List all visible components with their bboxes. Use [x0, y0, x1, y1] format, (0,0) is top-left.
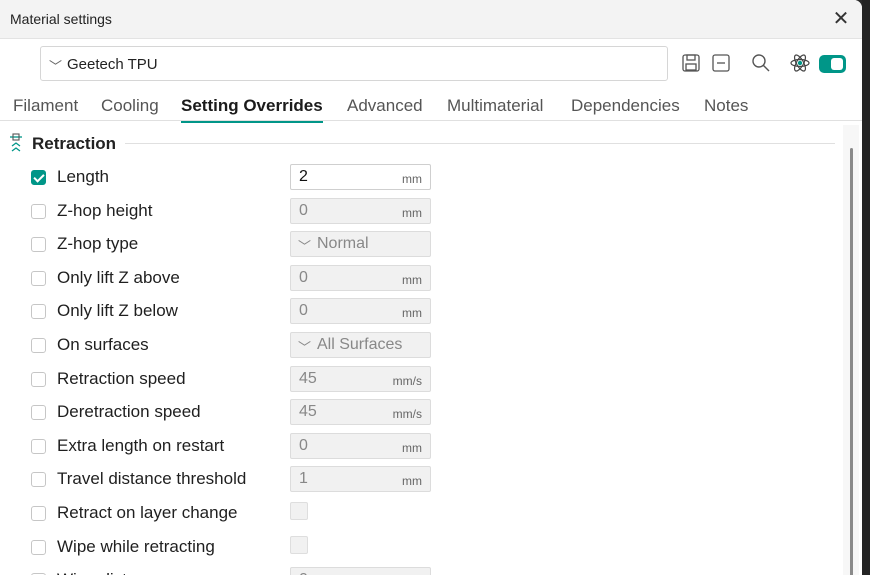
setting-label: Only lift Z below	[57, 301, 178, 320]
scrollbar-thumb[interactable]	[850, 148, 853, 575]
preset-value: Geetech TPU	[67, 56, 158, 73]
setting-row: Z-hop type ﹀ Normal	[0, 231, 840, 261]
unit-label: mm	[402, 273, 422, 287]
input-value: 0	[299, 269, 308, 286]
setting-row: Travel distance threshold 1 mm	[0, 466, 840, 496]
setting-label: Retraction speed	[57, 369, 186, 388]
setting-row: Wipe distance 0mm	[0, 567, 840, 575]
override-checkbox[interactable]	[31, 170, 46, 185]
compare-icon[interactable]	[789, 52, 811, 74]
setting-row: Only lift Z above 0 mm	[0, 265, 840, 295]
setting-label: Extra length on restart	[57, 436, 225, 455]
unit-label: mm	[402, 306, 422, 320]
delete-icon[interactable]	[710, 52, 732, 74]
override-checkbox[interactable]	[31, 271, 46, 286]
tab-advanced[interactable]: Advanced	[347, 96, 423, 116]
background-window-edge	[862, 0, 870, 575]
setting-label: Wipe while retracting	[57, 537, 215, 556]
tab-multimaterial[interactable]: Multimaterial	[447, 96, 543, 116]
unit-label: mm	[402, 206, 422, 220]
material-settings-dialog: Material settings ✕ ﹀ Geetech TPU Filame…	[0, 0, 862, 575]
title-bar: Material settings ✕	[0, 0, 862, 39]
dropdown-value: All Surfaces	[317, 336, 403, 353]
chevron-down-icon: ﹀	[298, 239, 312, 254]
unit-label: mm/s	[392, 407, 422, 421]
override-checkbox[interactable]	[31, 237, 46, 252]
value-input[interactable]: 0mm	[290, 567, 431, 575]
section-title: Retraction	[32, 134, 117, 153]
value-input[interactable]: 2 mm	[290, 164, 431, 190]
chevron-down-icon: ﹀	[49, 59, 63, 74]
tab-cooling[interactable]: Cooling	[101, 96, 159, 116]
input-value: 2	[299, 168, 308, 185]
preset-dropdown[interactable]: ﹀ Geetech TPU	[40, 46, 668, 81]
input-value: 0	[299, 302, 308, 319]
setting-label: Retract on layer change	[57, 503, 238, 522]
tab-notes[interactable]: Notes	[704, 96, 748, 116]
tab-filament[interactable]: Filament	[13, 96, 78, 116]
override-checkbox[interactable]	[31, 338, 46, 353]
tab-setting-overrides[interactable]: Setting Overrides	[181, 96, 323, 123]
value-input[interactable]: 45 mm/s	[290, 366, 431, 392]
unit-label: mm/s	[392, 374, 422, 388]
advanced-mode-toggle[interactable]	[819, 55, 846, 73]
value-input[interactable]: 45 mm/s	[290, 399, 431, 425]
setting-row: Deretraction speed 45 mm/s	[0, 399, 840, 429]
value-input[interactable]: 1 mm	[290, 466, 431, 492]
value-dropdown[interactable]: ﹀ All Surfaces	[290, 332, 431, 358]
setting-label: Deretraction speed	[57, 402, 201, 421]
setting-row: Length 2 mm	[0, 164, 840, 194]
setting-label: Z-hop type	[57, 234, 139, 253]
override-checkbox[interactable]	[31, 304, 46, 319]
save-icon[interactable]	[680, 52, 702, 74]
setting-row: Extra length on restart 0 mm	[0, 433, 840, 463]
setting-label: Only lift Z above	[57, 268, 180, 287]
value-checkbox[interactable]	[290, 536, 308, 554]
section-divider	[125, 143, 835, 144]
setting-label: Wipe distance	[57, 570, 164, 575]
setting-label: On surfaces	[57, 335, 149, 354]
input-value: 0	[299, 437, 308, 454]
override-checkbox[interactable]	[31, 372, 46, 387]
setting-label: Z-hop height	[57, 201, 153, 220]
preset-row: ﹀ Geetech TPU	[40, 46, 862, 84]
search-icon[interactable]	[750, 52, 772, 74]
setting-row: Z-hop height 0 mm	[0, 198, 840, 228]
override-checkbox[interactable]	[31, 472, 46, 487]
chevron-down-icon: ﹀	[298, 340, 312, 355]
dropdown-value: Normal	[317, 235, 369, 252]
setting-label: Length	[57, 167, 109, 186]
input-value: 0	[299, 202, 308, 219]
setting-row: On surfaces ﹀ All Surfaces	[0, 332, 840, 362]
value-input[interactable]: 0 mm	[290, 265, 431, 291]
unit-label: mm	[402, 172, 422, 186]
unit-label: mm	[402, 441, 422, 455]
input-value: 1	[299, 470, 308, 487]
value-checkbox[interactable]	[290, 502, 308, 520]
override-checkbox[interactable]	[31, 439, 46, 454]
override-checkbox[interactable]	[31, 204, 46, 219]
retraction-icon	[10, 133, 22, 152]
input-value: 45	[299, 370, 317, 387]
setting-row: Retraction speed 45 mm/s	[0, 366, 840, 396]
input-value: 0	[299, 571, 308, 575]
setting-row: Wipe while retracting	[0, 534, 840, 564]
override-checkbox[interactable]	[31, 405, 46, 420]
unit-label: mm	[402, 474, 422, 488]
value-input[interactable]: 0 mm	[290, 298, 431, 324]
value-input[interactable]: 0 mm	[290, 433, 431, 459]
override-checkbox[interactable]	[31, 506, 46, 521]
input-value: 45	[299, 403, 317, 420]
setting-label: Travel distance threshold	[57, 469, 247, 488]
setting-row: Retract on layer change	[0, 500, 840, 530]
window-title: Material settings	[10, 11, 112, 27]
setting-row: Only lift Z below 0 mm	[0, 298, 840, 328]
tab-dependencies[interactable]: Dependencies	[571, 96, 680, 116]
close-icon[interactable]: ✕	[828, 6, 854, 32]
value-input[interactable]: 0 mm	[290, 198, 431, 224]
override-checkbox[interactable]	[31, 540, 46, 555]
tab-bar: Filament Cooling Setting Overrides Advan…	[0, 94, 862, 123]
value-dropdown[interactable]: ﹀ Normal	[290, 231, 431, 257]
